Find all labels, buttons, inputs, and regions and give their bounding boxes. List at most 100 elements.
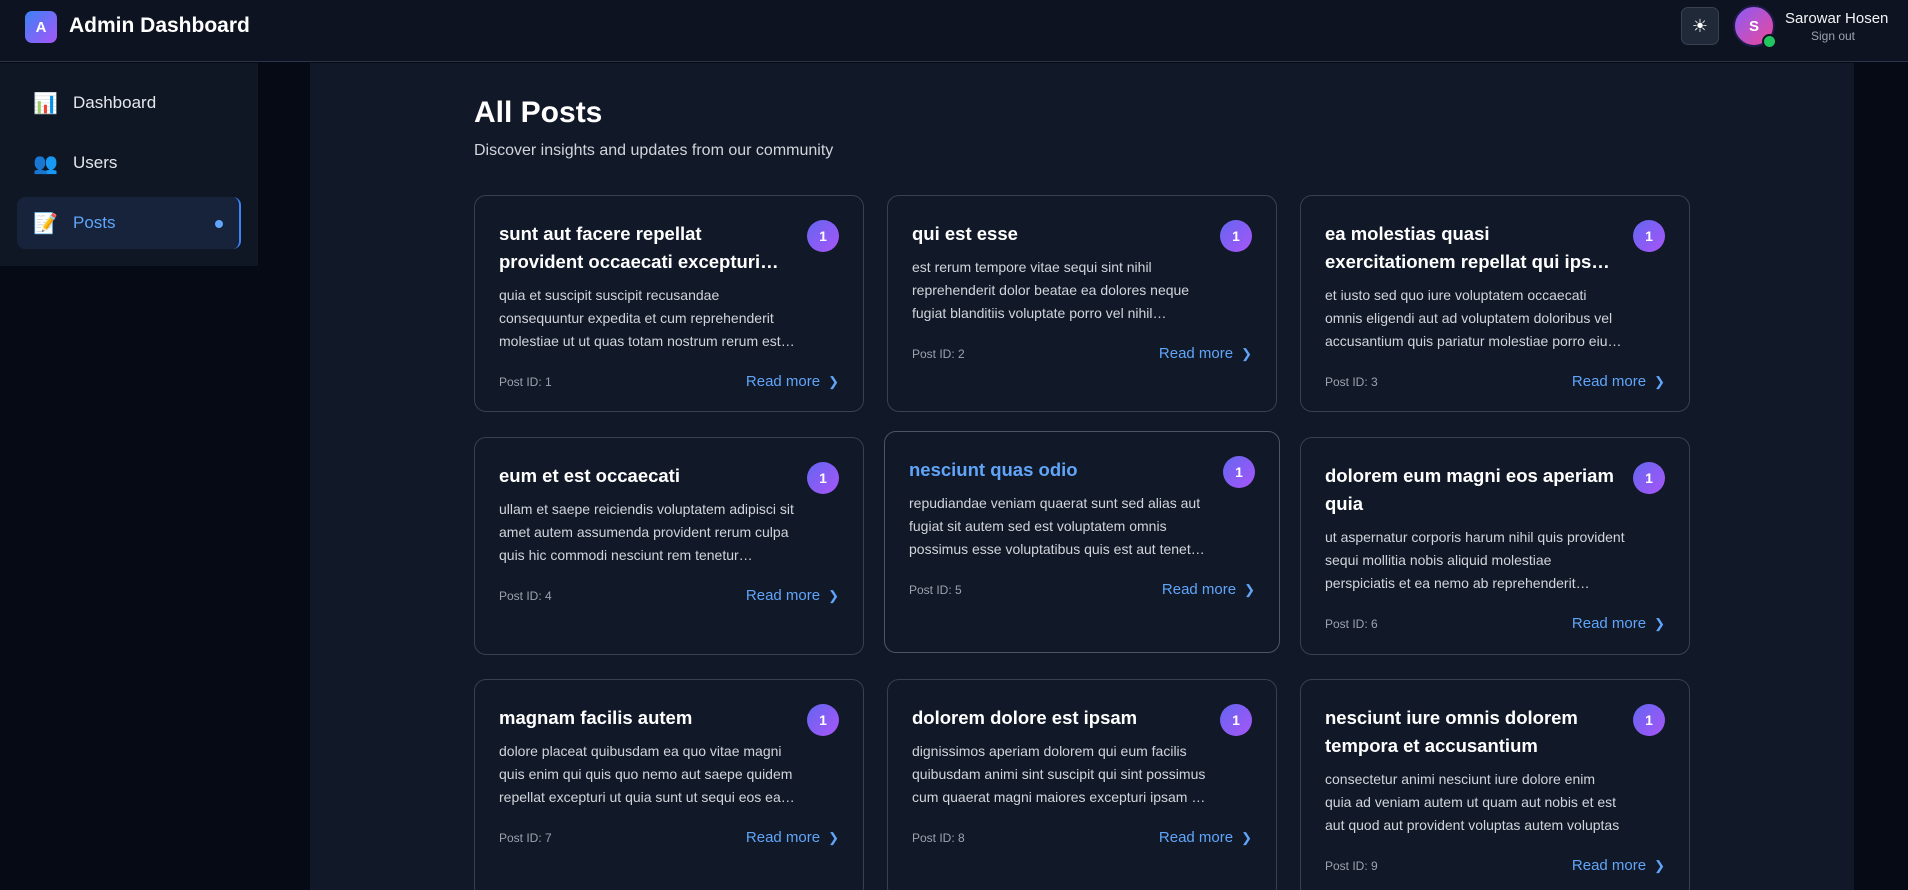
post-footer: Post ID: 5 Read more ❯ xyxy=(909,581,1255,598)
chevron-right-icon: ❯ xyxy=(1244,581,1255,597)
user-name: Sarowar Hosen xyxy=(1785,10,1889,27)
memo-icon: 📝 xyxy=(33,212,58,235)
post-id: Post ID: 8 xyxy=(912,830,965,845)
post-user-badge: 1 xyxy=(807,462,839,494)
read-more-link[interactable]: Read more ❯ xyxy=(1159,829,1252,846)
post-id: Post ID: 9 xyxy=(1325,858,1378,873)
post-card[interactable]: dolorem dolore est ipsam 1 dignissimos a… xyxy=(887,679,1277,890)
users-icon: 👥 xyxy=(33,152,58,175)
app-logo[interactable]: A xyxy=(25,11,57,43)
chevron-right-icon: ❯ xyxy=(1241,829,1252,845)
read-more-label: Read more xyxy=(745,587,821,604)
post-footer: Post ID: 2 Read more ❯ xyxy=(912,345,1252,362)
post-card[interactable]: nesciunt quas odio 1 repudiandae veniam … xyxy=(884,431,1280,653)
post-footer: Post ID: 3 Read more ❯ xyxy=(1325,373,1665,390)
sidebar-item-label: Dashboard xyxy=(73,93,157,112)
sidebar-item-label: Posts xyxy=(73,213,116,232)
post-card[interactable]: magnam facilis autem 1 dolore placeat qu… xyxy=(474,679,864,890)
post-title[interactable]: ea molestias quasi exercitationem repell… xyxy=(1325,220,1615,276)
post-id: Post ID: 1 xyxy=(499,374,552,389)
post-id: Post ID: 7 xyxy=(499,830,552,845)
sidebar-item-dashboard[interactable]: 📊 Dashboard xyxy=(17,77,241,129)
post-footer: Post ID: 4 Read more ❯ xyxy=(499,587,839,604)
read-more-link[interactable]: Read more ❯ xyxy=(746,587,839,604)
post-user-badge: 1 xyxy=(1633,704,1665,736)
read-more-link[interactable]: Read more ❯ xyxy=(1159,345,1252,362)
post-title[interactable]: dolorem eum magni eos aperiam quia xyxy=(1325,462,1615,518)
chevron-right-icon: ❯ xyxy=(828,373,839,389)
post-footer: Post ID: 8 Read more ❯ xyxy=(912,829,1252,846)
post-card[interactable]: dolorem eum magni eos aperiam quia 1 ut … xyxy=(1300,437,1690,655)
post-user-badge: 1 xyxy=(807,220,839,252)
sidebar-item-users[interactable]: 👥 Users xyxy=(17,137,241,189)
sidebar-item-posts[interactable]: 📝 Posts xyxy=(17,197,241,249)
post-id: Post ID: 4 xyxy=(499,588,552,603)
chevron-right-icon: ❯ xyxy=(1654,857,1665,873)
post-footer: Post ID: 1 Read more ❯ xyxy=(499,373,839,390)
chart-icon: 📊 xyxy=(33,92,58,115)
post-user-badge: 1 xyxy=(807,704,839,736)
read-more-label: Read more xyxy=(1571,373,1647,390)
chevron-right-icon: ❯ xyxy=(1654,373,1665,389)
post-title[interactable]: sunt aut facere repellat provident occae… xyxy=(499,220,789,276)
page-title: All Posts xyxy=(474,96,603,129)
post-excerpt: est rerum tempore vitae sequi sint nihil… xyxy=(912,259,1190,321)
read-more-link[interactable]: Read more ❯ xyxy=(746,373,839,390)
post-title[interactable]: magnam facilis autem xyxy=(499,704,789,732)
post-user-badge: 1 xyxy=(1220,704,1252,736)
read-more-link[interactable]: Read more ❯ xyxy=(1162,581,1255,598)
post-excerpt: consectetur animi nesciunt iure dolore e… xyxy=(1325,771,1620,833)
chevron-right-icon: ❯ xyxy=(828,829,839,845)
read-more-link[interactable]: Read more ❯ xyxy=(1572,615,1665,632)
read-more-link[interactable]: Read more ❯ xyxy=(1572,857,1665,874)
post-id: Post ID: 2 xyxy=(912,346,965,361)
post-title[interactable]: nesciunt iure omnis dolorem tempora et a… xyxy=(1325,704,1615,760)
post-card[interactable]: sunt aut facere repellat provident occae… xyxy=(474,195,864,412)
read-more-label: Read more xyxy=(1158,829,1234,846)
read-more-label: Read more xyxy=(745,829,821,846)
page-subtitle: Discover insights and updates from our c… xyxy=(474,142,834,159)
chevron-right-icon: ❯ xyxy=(1654,615,1665,631)
active-indicator-dot xyxy=(215,220,223,228)
post-card[interactable]: ea molestias quasi exercitationem repell… xyxy=(1300,195,1690,412)
post-excerpt: quia et suscipit suscipit recusandae con… xyxy=(499,287,781,349)
post-title[interactable]: qui est esse xyxy=(912,220,1202,248)
post-card[interactable]: eum et est occaecati 1 ullam et saepe re… xyxy=(474,437,864,655)
top-bar: A Admin Dashboard ☀ S Sarowar Hosen Sign… xyxy=(0,0,1908,62)
post-user-badge: 1 xyxy=(1223,456,1255,488)
read-more-label: Read more xyxy=(1571,857,1647,874)
read-more-label: Read more xyxy=(1158,345,1234,362)
sun-icon: ☀ xyxy=(1691,15,1709,36)
read-more-label: Read more xyxy=(745,373,821,390)
sign-out-link[interactable]: Sign out xyxy=(1785,29,1881,43)
post-title[interactable]: dolorem dolore est ipsam xyxy=(912,704,1202,732)
post-excerpt: ullam et saepe reiciendis voluptatem adi… xyxy=(499,501,794,563)
chevron-right-icon: ❯ xyxy=(828,587,839,603)
post-id: Post ID: 3 xyxy=(1325,374,1378,389)
post-excerpt: repudiandae veniam quaerat sunt sed alia… xyxy=(909,495,1204,557)
post-title[interactable]: eum et est occaecati xyxy=(499,462,789,490)
sidebar-item-label: Users xyxy=(73,153,118,172)
post-user-badge: 1 xyxy=(1633,220,1665,252)
post-user-badge: 1 xyxy=(1220,220,1252,252)
post-user-badge: 1 xyxy=(1633,462,1665,494)
sidebar: 📊 Dashboard 👥 Users 📝 Posts xyxy=(0,63,258,266)
read-more-label: Read more xyxy=(1161,581,1237,598)
post-title[interactable]: nesciunt quas odio xyxy=(909,456,1199,484)
post-excerpt: dignissimos aperiam dolorem qui eum faci… xyxy=(912,743,1206,805)
read-more-link[interactable]: Read more ❯ xyxy=(746,829,839,846)
post-card[interactable]: nesciunt iure omnis dolorem tempora et a… xyxy=(1300,679,1690,890)
post-excerpt: et iusto sed quo iure voluptatem occaeca… xyxy=(1325,287,1615,349)
post-footer: Post ID: 7 Read more ❯ xyxy=(499,829,839,846)
read-more-label: Read more xyxy=(1571,615,1647,632)
post-footer: Post ID: 6 Read more ❯ xyxy=(1325,615,1665,632)
post-id: Post ID: 6 xyxy=(1325,616,1378,631)
read-more-link[interactable]: Read more ❯ xyxy=(1572,373,1665,390)
theme-toggle-button[interactable]: ☀ xyxy=(1681,7,1719,45)
chevron-right-icon: ❯ xyxy=(1241,345,1252,361)
post-id: Post ID: 5 xyxy=(909,582,962,597)
post-card[interactable]: qui est esse 1 est rerum tempore vitae s… xyxy=(887,195,1277,412)
app-title: Admin Dashboard xyxy=(69,14,250,37)
post-footer: Post ID: 9 Read more ❯ xyxy=(1325,857,1665,874)
post-excerpt: dolore placeat quibusdam ea quo vitae ma… xyxy=(499,743,793,805)
